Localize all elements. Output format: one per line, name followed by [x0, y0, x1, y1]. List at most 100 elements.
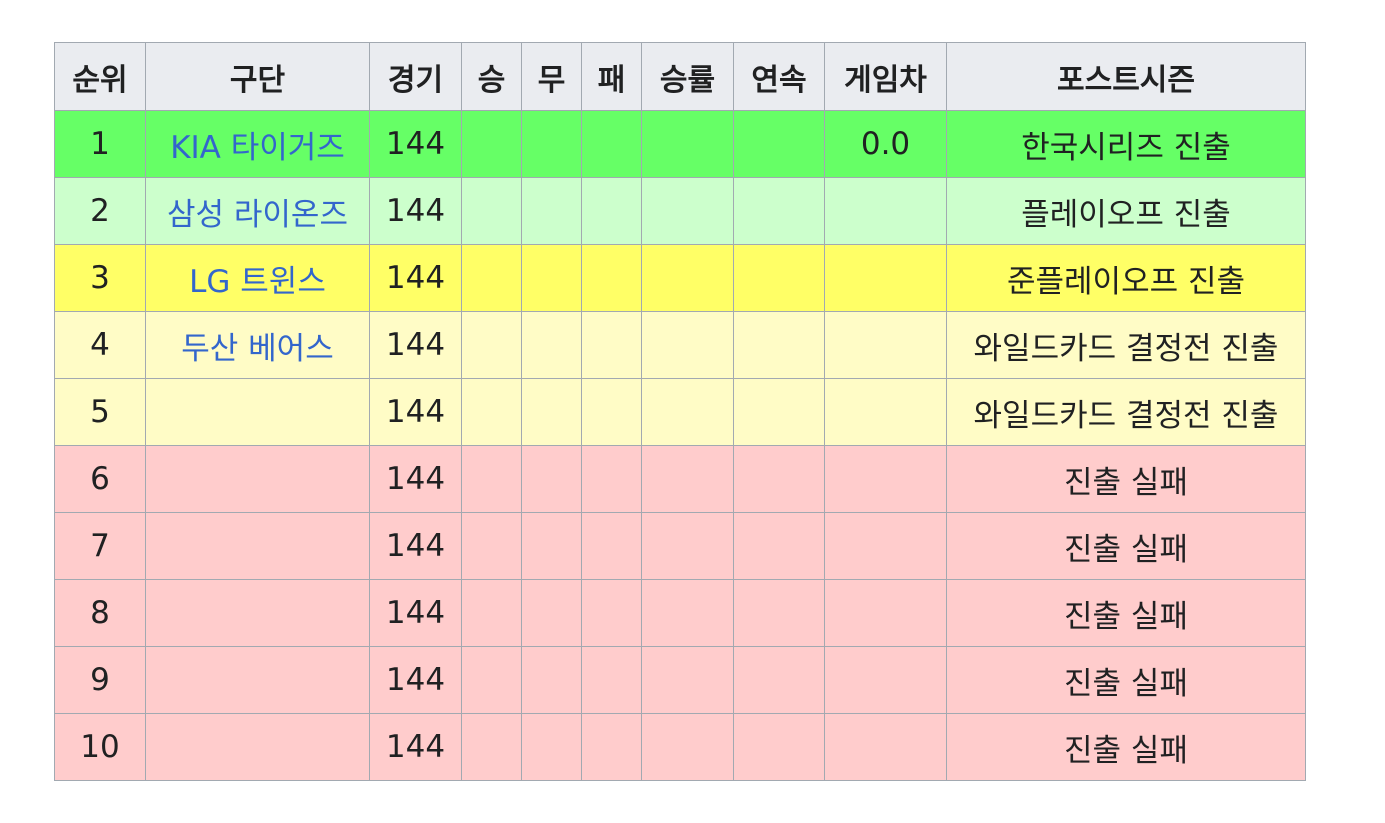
streak-cell [733, 646, 825, 714]
games-cell: 144 [369, 579, 462, 647]
draws-cell [521, 311, 582, 379]
draws-cell [521, 713, 582, 781]
win-pct-cell [641, 512, 734, 580]
table-row: 8 144 진출 실패 [54, 579, 1306, 647]
table-row: 4 두산 베어스 144 와일드카드 결정전 진출 [54, 311, 1306, 379]
rank-cell: 8 [54, 579, 146, 647]
team-cell: LG 트윈스 [145, 244, 370, 312]
wins-cell [461, 579, 522, 647]
draws-cell [521, 445, 582, 513]
games-cell: 144 [369, 713, 462, 781]
postseason-cell: 진출 실패 [946, 445, 1306, 513]
postseason-cell: 진출 실패 [946, 646, 1306, 714]
streak-cell [733, 378, 825, 446]
postseason-cell: 와일드카드 결정전 진출 [946, 311, 1306, 379]
games-behind-cell [824, 177, 947, 245]
table-row: 9 144 진출 실패 [54, 646, 1306, 714]
header-draws: 무 [521, 42, 582, 111]
streak-cell [733, 244, 825, 312]
team-cell: KIA 타이거즈 [145, 110, 370, 178]
team-cell [145, 713, 370, 781]
streak-cell [733, 110, 825, 178]
team-link[interactable]: LG 트윈스 [189, 264, 326, 300]
games-behind-cell [824, 579, 947, 647]
team-cell [145, 378, 370, 446]
postseason-cell: 진출 실패 [946, 713, 1306, 781]
rank-cell: 7 [54, 512, 146, 580]
header-team: 구단 [145, 42, 370, 111]
rank-cell: 9 [54, 646, 146, 714]
team-cell [145, 646, 370, 714]
win-pct-cell [641, 579, 734, 647]
table-row: 10 144 진출 실패 [54, 713, 1306, 781]
wins-cell [461, 713, 522, 781]
games-behind-cell [824, 512, 947, 580]
games-cell: 144 [369, 378, 462, 446]
games-behind-cell [824, 378, 947, 446]
streak-cell [733, 579, 825, 647]
wins-cell [461, 646, 522, 714]
wins-cell [461, 378, 522, 446]
streak-cell [733, 177, 825, 245]
header-losses: 패 [581, 42, 642, 111]
header-streak: 연속 [733, 42, 825, 111]
postseason-cell: 진출 실패 [946, 512, 1306, 580]
header-row: 순위 구단 경기 승 무 패 승률 연속 게임차 포스트시즌 [54, 42, 1306, 111]
games-cell: 144 [369, 445, 462, 513]
team-cell: 두산 베어스 [145, 311, 370, 379]
streak-cell [733, 512, 825, 580]
losses-cell [581, 579, 642, 647]
draws-cell [521, 579, 582, 647]
rank-cell: 10 [54, 713, 146, 781]
games-cell: 144 [369, 110, 462, 178]
team-cell: 삼성 라이온즈 [145, 177, 370, 245]
losses-cell [581, 646, 642, 714]
wins-cell [461, 512, 522, 580]
games-cell: 144 [369, 244, 462, 312]
standings-table: 순위 구단 경기 승 무 패 승률 연속 게임차 포스트시즌 1 KIA 타이거즈… [54, 42, 1306, 781]
wins-cell [461, 445, 522, 513]
standings-body: 1 KIA 타이거즈 144 0.0 한국시리즈 진출 2 삼성 라이온즈 144 플레이오프 … [54, 110, 1306, 781]
losses-cell [581, 244, 642, 312]
table-row: 7 144 진출 실패 [54, 512, 1306, 580]
rank-cell: 1 [54, 110, 146, 178]
team-cell [145, 512, 370, 580]
win-pct-cell [641, 378, 734, 446]
losses-cell [581, 378, 642, 446]
streak-cell [733, 311, 825, 379]
header-win-pct: 승률 [641, 42, 734, 111]
losses-cell [581, 311, 642, 379]
draws-cell [521, 110, 582, 178]
header-postseason: 포스트시즌 [946, 42, 1306, 111]
postseason-cell: 진출 실패 [946, 579, 1306, 647]
games-cell: 144 [369, 512, 462, 580]
draws-cell [521, 378, 582, 446]
rank-cell: 4 [54, 311, 146, 379]
losses-cell [581, 445, 642, 513]
rank-cell: 5 [54, 378, 146, 446]
games-behind-cell [824, 713, 947, 781]
draws-cell [521, 646, 582, 714]
team-link[interactable]: 삼성 라이온즈 [167, 197, 348, 233]
header-rank: 순위 [54, 42, 146, 111]
draws-cell [521, 177, 582, 245]
team-cell [145, 579, 370, 647]
losses-cell [581, 177, 642, 245]
team-link[interactable]: 두산 베어스 [181, 331, 333, 367]
postseason-cell: 한국시리즈 진출 [946, 110, 1306, 178]
postseason-cell: 와일드카드 결정전 진출 [946, 378, 1306, 446]
streak-cell [733, 445, 825, 513]
draws-cell [521, 512, 582, 580]
team-link[interactable]: KIA 타이거즈 [170, 130, 345, 166]
postseason-cell: 준플레이오프 진출 [946, 244, 1306, 312]
table-row: 2 삼성 라이온즈 144 플레이오프 진출 [54, 177, 1306, 245]
draws-cell [521, 244, 582, 312]
rank-cell: 2 [54, 177, 146, 245]
win-pct-cell [641, 110, 734, 178]
table-row: 3 LG 트윈스 144 준플레이오프 진출 [54, 244, 1306, 312]
table-row: 6 144 진출 실패 [54, 445, 1306, 513]
streak-cell [733, 713, 825, 781]
games-behind-cell [824, 445, 947, 513]
rank-cell: 6 [54, 445, 146, 513]
table-row: 5 144 와일드카드 결정전 진출 [54, 378, 1306, 446]
